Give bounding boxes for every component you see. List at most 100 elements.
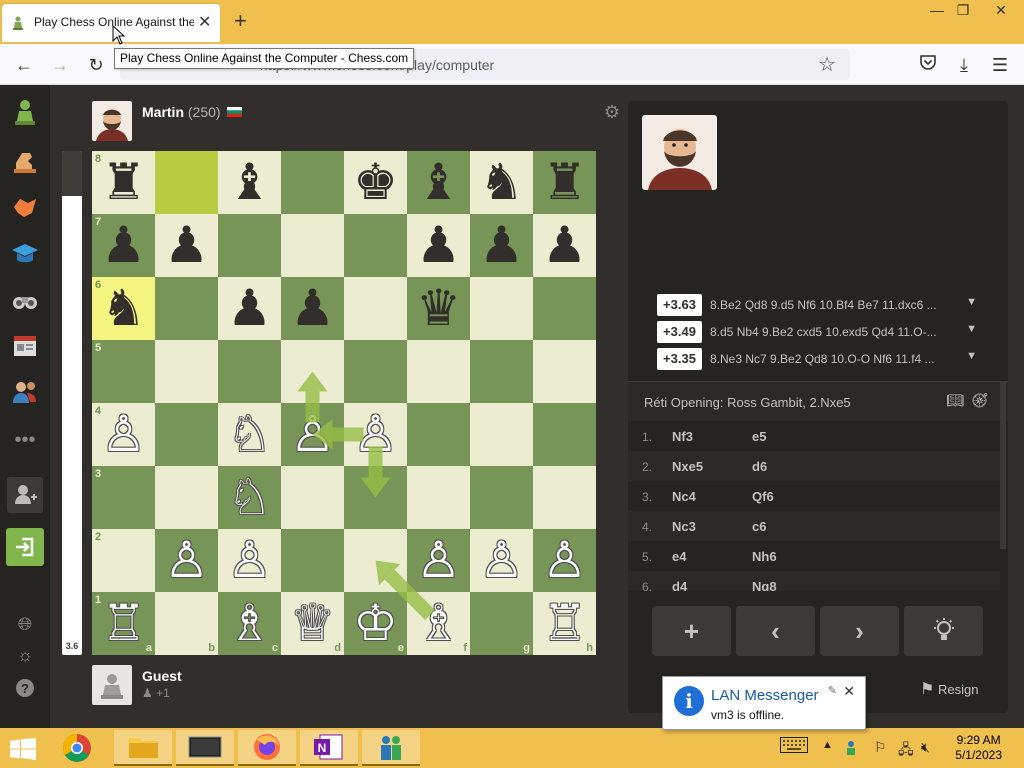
black-move[interactable]: Nh6 (752, 549, 777, 564)
white-piece-c4[interactable]: ♘ (218, 403, 281, 466)
chess-board[interactable]: 8 ♜ ♝ ♚ ♝ ♞ ♜ 7 ♟ ♟ ♟ ♟ ♟ 6 ♞ ♟ ♟ ♛ 5 4 ♙ ♘ ♙ ♙ 3 ♘ 2 ♙ ♙ ♙ ♙ ♙ 1 a ♖ b c ♗ d ♕… (92, 151, 596, 655)
black-piece-a8[interactable]: ♜ (92, 151, 155, 214)
book-icon[interactable]: 📖︎ (946, 392, 964, 409)
black-piece-h8[interactable]: ♜ (533, 151, 596, 214)
explore-compass-icon[interactable]: 🧭︎ (971, 392, 989, 409)
language-globe-icon[interactable]: 🌐︎ (10, 609, 40, 639)
black-piece-g8[interactable]: ♞ (470, 151, 533, 214)
chrome-icon[interactable] (48, 730, 106, 766)
square-d8[interactable] (281, 151, 344, 214)
lan-messenger-tray-icon[interactable] (843, 739, 859, 758)
network-app-icon[interactable] (362, 730, 420, 766)
signup-icon[interactable] (7, 477, 43, 513)
keyboard-icon[interactable] (780, 737, 808, 756)
black-piece-c6[interactable]: ♟ (218, 277, 281, 340)
square-a2[interactable]: 2 (92, 529, 155, 592)
action-center-flag-icon[interactable]: ⚐ (874, 739, 887, 756)
settings-gear-icon[interactable]: ⚙ (602, 102, 622, 122)
white-piece-f2[interactable]: ♙ (407, 529, 470, 592)
white-piece-d4[interactable]: ♙ (281, 403, 344, 466)
more-icon[interactable]: ••• (10, 425, 40, 455)
white-piece-b2[interactable]: ♙ (155, 529, 218, 592)
network-icon[interactable]: 🖧︎ (898, 739, 914, 763)
square-f5[interactable] (407, 340, 470, 403)
bookmark-star-icon[interactable]: ☆ (818, 52, 836, 77)
pocket-icon[interactable] (916, 53, 940, 77)
guest-name[interactable]: Guest (142, 668, 182, 684)
square-e2[interactable] (344, 529, 407, 592)
square-f3[interactable] (407, 466, 470, 529)
black-piece-f6[interactable]: ♛ (407, 277, 470, 340)
white-piece-e4[interactable]: ♙ (344, 403, 407, 466)
square-d7[interactable] (281, 214, 344, 277)
file-explorer-icon[interactable] (114, 730, 172, 766)
engine-line[interactable]: +3.49 8.d5 Nb4 9.Be2 cxd5 10.exd5 Qd4 11.… (657, 321, 977, 343)
onenote-icon[interactable]: N (300, 730, 358, 766)
square-h4[interactable] (533, 403, 596, 466)
white-move[interactable]: Nxe5 (672, 459, 703, 474)
black-piece-b7[interactable]: ♟ (155, 214, 218, 277)
forward-arrow-icon[interactable]: → (48, 53, 72, 77)
square-d5[interactable] (281, 340, 344, 403)
square-a3[interactable]: 3 (92, 466, 155, 529)
download-icon[interactable]: ⤓ (952, 53, 976, 77)
square-h6[interactable] (533, 277, 596, 340)
square-b5[interactable] (155, 340, 218, 403)
help-icon[interactable]: ? (10, 673, 40, 703)
new-tab-button[interactable]: + (234, 8, 247, 34)
menu-hamburger-icon[interactable]: ☰ (988, 53, 1012, 77)
black-move[interactable]: e5 (752, 429, 766, 444)
white-piece-f1[interactable]: ♗ (407, 592, 470, 655)
lan-messenger-notification[interactable]: i LAN Messenger vm3 is offline. ✎ ✕ (662, 676, 866, 730)
black-move[interactable]: d6 (752, 459, 767, 474)
volume-muted-icon[interactable]: 🔇︎ (921, 739, 930, 756)
resign-button[interactable]: ⚑ Resign (920, 679, 978, 699)
opponent-name[interactable]: Martin (250) (142, 104, 221, 120)
white-move[interactable]: e4 (672, 549, 686, 564)
square-b4[interactable] (155, 403, 218, 466)
square-g1[interactable]: g (470, 592, 533, 655)
tray-expand-chevron-icon[interactable]: ▲ (822, 739, 833, 751)
square-g3[interactable] (470, 466, 533, 529)
learn-icon[interactable] (10, 192, 40, 222)
square-e7[interactable] (344, 214, 407, 277)
guest-avatar[interactable] (92, 665, 132, 705)
system-clock[interactable]: 9:29 AM 5/1/2023 (955, 733, 1002, 763)
engine-line[interactable]: +3.63 8.Be2 Qd8 9.d5 Nf6 10.Bf4 Be7 11.dx… (657, 294, 977, 316)
black-piece-g7[interactable]: ♟ (470, 214, 533, 277)
lessons-icon[interactable] (10, 239, 40, 269)
close-window-icon[interactable]: ✕ (986, 0, 1016, 22)
black-piece-d6[interactable]: ♟ (281, 277, 344, 340)
black-piece-c8[interactable]: ♝ (218, 151, 281, 214)
theme-brightness-icon[interactable]: ☼ (10, 640, 40, 670)
tab-close-icon[interactable]: ✕ (198, 12, 211, 32)
white-piece-g2[interactable]: ♙ (470, 529, 533, 592)
play-icon[interactable] (10, 97, 40, 127)
white-piece-c3[interactable]: ♘ (218, 466, 281, 529)
social-icon[interactable] (10, 377, 40, 407)
square-g5[interactable] (470, 340, 533, 403)
back-arrow-icon[interactable]: ← (12, 53, 36, 77)
square-b6[interactable] (155, 277, 218, 340)
square-h3[interactable] (533, 466, 596, 529)
watch-icon[interactable] (10, 285, 40, 315)
black-piece-f8[interactable]: ♝ (407, 151, 470, 214)
black-piece-a7[interactable]: ♟ (92, 214, 155, 277)
expand-chevron-icon[interactable]: ▼ (966, 350, 977, 362)
square-e5[interactable] (344, 340, 407, 403)
square-g4[interactable] (470, 403, 533, 466)
white-piece-e1[interactable]: ♔ (344, 592, 407, 655)
next-move-button[interactable]: › (820, 606, 899, 656)
pin-icon[interactable]: ✎ (828, 684, 837, 697)
black-piece-e8[interactable]: ♚ (344, 151, 407, 214)
square-b8[interactable] (155, 151, 218, 214)
white-move[interactable]: Nf3 (672, 429, 693, 444)
square-c5[interactable] (218, 340, 281, 403)
white-piece-c2[interactable]: ♙ (218, 529, 281, 592)
square-d3[interactable] (281, 466, 344, 529)
black-move[interactable]: c6 (752, 519, 766, 534)
puzzles-icon[interactable] (10, 145, 40, 175)
black-move[interactable]: Qf6 (752, 489, 774, 504)
black-piece-f7[interactable]: ♟ (407, 214, 470, 277)
white-piece-c1[interactable]: ♗ (218, 592, 281, 655)
